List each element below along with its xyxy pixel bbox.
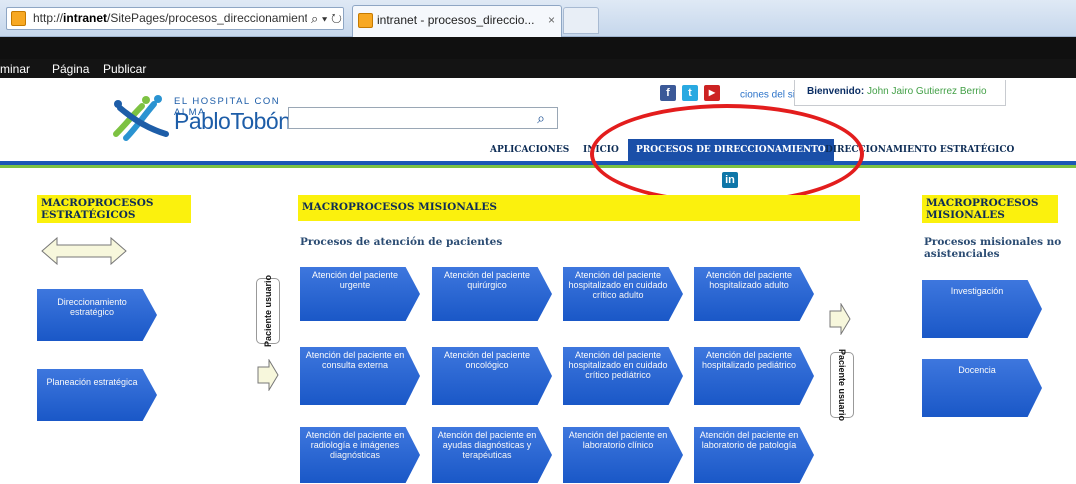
process-label: Atención del paciente oncológico bbox=[443, 350, 531, 370]
process-label: Atención del paciente en consulta extern… bbox=[305, 350, 405, 370]
ribbon-tab-pagina[interactable]: Página bbox=[52, 62, 89, 76]
direccionamiento-estrategico-button[interactable]: Direccionamiento estratégico bbox=[37, 289, 157, 341]
docencia-label: Docencia bbox=[958, 365, 996, 375]
browser-tab[interactable]: intranet - procesos_direccio... × bbox=[352, 5, 562, 37]
process-button-critico-pediatrico[interactable]: Atención del paciente hospitalizado en c… bbox=[563, 347, 683, 405]
ribbon-tab-examinar[interactable]: minar bbox=[0, 62, 30, 76]
url-prefix: http:// bbox=[33, 11, 64, 25]
welcome-user[interactable]: John Jairo Gutierrez Berrio bbox=[867, 86, 987, 97]
left-section-header: MACROPROCESOS ESTRATÉGICOS bbox=[37, 195, 191, 223]
address-bar[interactable]: http://intranet/SitePages/procesos_direc… bbox=[6, 7, 344, 30]
process-label: Atención del paciente en radiología e im… bbox=[305, 430, 405, 460]
planeacion-estrategica-label: Planeación estratégica bbox=[46, 377, 138, 387]
process-button-patologia[interactable]: Atención del paciente en laboratorio de … bbox=[694, 427, 814, 483]
nav-aplicaciones[interactable]: APLICACIONES bbox=[490, 139, 569, 161]
url-host: intranet bbox=[63, 11, 108, 25]
youtube-icon[interactable]: ▶ bbox=[704, 85, 720, 101]
double-arrow-icon bbox=[41, 236, 127, 266]
nav-divider-green bbox=[0, 165, 1076, 168]
process-button-consulta-externa[interactable]: Atención del paciente en consulta extern… bbox=[300, 347, 420, 405]
hospital-logo[interactable]: EL HOSPITAL CON ALMA PabloTobónUribe bbox=[112, 94, 343, 146]
planeacion-estrategica-button[interactable]: Planeación estratégica bbox=[37, 369, 157, 421]
process-label: Atención del paciente en ayudas diagnóst… bbox=[437, 430, 537, 460]
sharepoint-top-bar bbox=[0, 37, 1076, 59]
center-section-header: MACROPROCESOS MISIONALES bbox=[298, 195, 860, 221]
facebook-icon[interactable]: f bbox=[660, 85, 676, 101]
process-label: Atención del paciente en laboratorio de … bbox=[699, 430, 799, 450]
process-label: Atención del paciente quirúrgico bbox=[443, 270, 531, 290]
logo-figures-icon bbox=[113, 95, 169, 141]
docencia-button[interactable]: Docencia bbox=[922, 359, 1042, 417]
ribbon-tab-publicar[interactable]: Publicar bbox=[103, 62, 146, 76]
process-label: Atención del paciente hospitalizado pedi… bbox=[701, 350, 797, 370]
twitter-icon[interactable]: t bbox=[682, 85, 698, 101]
search-icon[interactable]: ⌕ bbox=[530, 110, 552, 126]
site-favicon-icon bbox=[11, 11, 26, 26]
process-label: Atención del paciente hospitalizado en c… bbox=[568, 270, 668, 300]
center-section-subtitle: Procesos de atención de pacientes bbox=[300, 236, 503, 248]
paciente-usuario-right-text: Paciente usuario bbox=[837, 348, 847, 422]
tab-favicon-icon bbox=[358, 13, 373, 28]
right-section-header: MACROPROCESOS MISIONALES bbox=[922, 195, 1058, 223]
investigacion-label: Investigación bbox=[950, 286, 1004, 296]
tab-title: intranet - procesos_direccio... bbox=[377, 13, 535, 27]
process-button-ayudas-diagnosticas[interactable]: Atención del paciente en ayudas diagnóst… bbox=[432, 427, 552, 483]
process-button-urgente[interactable]: Atención del paciente urgente bbox=[300, 267, 420, 321]
right-flow-arrow-icon bbox=[829, 303, 851, 335]
welcome-label: Bienvenido: bbox=[807, 86, 865, 97]
paciente-usuario-right-label: Paciente usuario bbox=[830, 348, 854, 422]
paciente-usuario-left-text: Paciente usuario bbox=[263, 274, 273, 348]
left-flow-arrow-icon bbox=[257, 359, 279, 391]
process-label: Atención del paciente en laboratorio clí… bbox=[568, 430, 668, 450]
direccionamiento-estrategico-label: Direccionamiento estratégico bbox=[57, 297, 127, 317]
site-search-input[interactable] bbox=[288, 107, 558, 129]
process-button-quirurgico[interactable]: Atención del paciente quirúrgico bbox=[432, 267, 552, 321]
process-button-critico-adulto[interactable]: Atención del paciente hospitalizado en c… bbox=[563, 267, 683, 321]
process-label: Atención del paciente hospitalizado adul… bbox=[705, 270, 793, 290]
right-section-subtitle: Procesos misionales no asistenciales bbox=[924, 236, 1062, 260]
process-label: Atención del paciente urgente bbox=[311, 270, 399, 290]
process-button-hospitalizado-adulto[interactable]: Atención del paciente hospitalizado adul… bbox=[694, 267, 814, 321]
address-bar-controls[interactable]: ⌕ ▾ ↻ bbox=[307, 8, 343, 29]
process-button-oncologico[interactable]: Atención del paciente oncológico bbox=[432, 347, 552, 405]
ribbon: minar Página Publicar bbox=[0, 59, 1076, 78]
process-button-radiologia[interactable]: Atención del paciente en radiología e im… bbox=[300, 427, 420, 483]
highlight-ellipse bbox=[590, 104, 864, 204]
browser-toolbar: http://intranet/SitePages/procesos_direc… bbox=[0, 0, 1076, 37]
process-label: Atención del paciente hospitalizado en c… bbox=[568, 350, 668, 380]
process-button-laboratorio-clinico[interactable]: Atención del paciente en laboratorio clí… bbox=[563, 427, 683, 483]
url-path: /SitePages/procesos_direccionamiento. bbox=[107, 11, 318, 25]
welcome-box: Bienvenido: John Jairo Gutierrez Berrio bbox=[794, 80, 1006, 106]
tab-close-icon[interactable]: × bbox=[548, 6, 555, 34]
paciente-usuario-left-label: Paciente usuario bbox=[256, 274, 280, 348]
process-button-hospitalizado-pediatrico[interactable]: Atención del paciente hospitalizado pedi… bbox=[694, 347, 814, 405]
investigacion-button[interactable]: Investigación bbox=[922, 280, 1042, 338]
new-tab-button[interactable] bbox=[563, 7, 599, 34]
